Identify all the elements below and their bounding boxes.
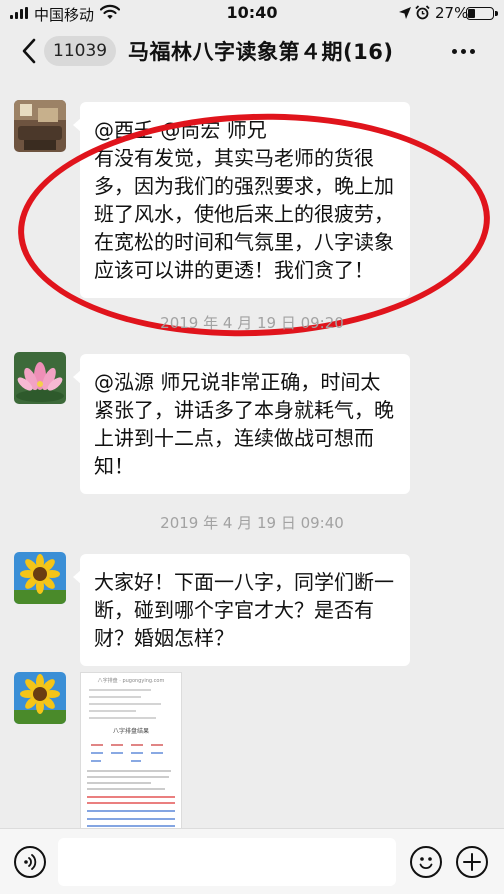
avatar-sunflower[interactable] — [14, 552, 66, 604]
battery-percent: 27% — [435, 4, 469, 22]
battery-icon — [466, 7, 498, 20]
timestamp: 2019 年 4 月 19 日 09:20 — [160, 314, 344, 332]
location-icon — [399, 7, 411, 19]
timestamp: 2019 年 4 月 19 日 09:40 — [160, 514, 344, 532]
message-bubble[interactable]: 大家好！下面一八字，同学们断一 断，碰到哪个字官才大？是否有 财？婚姻怎样？ — [73, 554, 410, 666]
message-line: 在宽松的时间和气氛里，八字读象 — [94, 230, 394, 254]
message-bubble[interactable]: @泓源 师兄说非常正确，时间太 紧张了，讲话多了本身就耗气，晚 上讲到十二点，连… — [73, 354, 410, 494]
chat-title: 马福林八字读象第４期(16) — [128, 40, 394, 64]
emoji-icon[interactable] — [410, 846, 442, 878]
message-line: 财？婚姻怎样？ — [94, 626, 234, 650]
input-bar — [0, 828, 504, 894]
message-line: @泓源 师兄说非常正确，时间太 — [94, 370, 381, 394]
message-line: 上讲到十二点，连续做战可想而 — [94, 426, 374, 450]
image-url-text: 八字排盘 · pugongying.com — [97, 678, 165, 684]
status-bar: 中国移动 10:40 27% — [0, 0, 504, 28]
message-line: @酉壬 @尚宏 师兄 — [94, 118, 267, 142]
chat-header: 11039 马福林八字读象第４期(16) — [0, 28, 504, 74]
message-line: 紧张了，讲话多了本身就耗气，晚 — [94, 398, 394, 422]
avatar-room[interactable] — [14, 100, 66, 152]
chevron-left-icon[interactable] — [20, 37, 38, 65]
message-line: 班了风水，使他后来上的很疲劳， — [94, 202, 394, 226]
message-bubble[interactable]: @酉壬 @尚宏 师兄 有没有发觉，其实马老师的货很 多，因为我们的强烈要求，晚上… — [73, 102, 410, 298]
more-icon[interactable] — [452, 49, 476, 55]
unread-count-badge[interactable]: 11039 — [44, 36, 117, 66]
message-line: 多，因为我们的强烈要求，晚上加 — [94, 174, 394, 198]
avatar-sunflower[interactable] — [14, 672, 66, 724]
voice-icon[interactable] — [14, 846, 46, 878]
bazi-table-thumbnail — [87, 744, 175, 827]
message-input[interactable] — [58, 838, 396, 886]
message-line: 有没有发觉，其实马老师的货很 — [94, 146, 374, 170]
message-line: 大家好！下面一八字，同学们断一 — [94, 570, 394, 594]
plus-icon[interactable] — [456, 846, 488, 878]
message-line: 知！ — [94, 454, 134, 478]
avatar-lotus[interactable] — [14, 352, 66, 404]
image-chart-title: 八字排盘结果 — [112, 728, 149, 735]
message-line: 应该可以讲的更透！我们贪了！ — [94, 258, 374, 282]
alarm-icon — [415, 5, 430, 20]
bazi-chart-thumbnail — [89, 689, 161, 719]
message-line: 断，碰到哪个字官才大？是否有 — [94, 598, 374, 622]
message-list[interactable]: @酉壬 @尚宏 师兄 有没有发觉，其实马老师的货很 多，因为我们的强烈要求，晚上… — [0, 74, 504, 828]
image-message[interactable]: 八字排盘 · pugongying.com 八字排盘结果 — [80, 672, 182, 828]
